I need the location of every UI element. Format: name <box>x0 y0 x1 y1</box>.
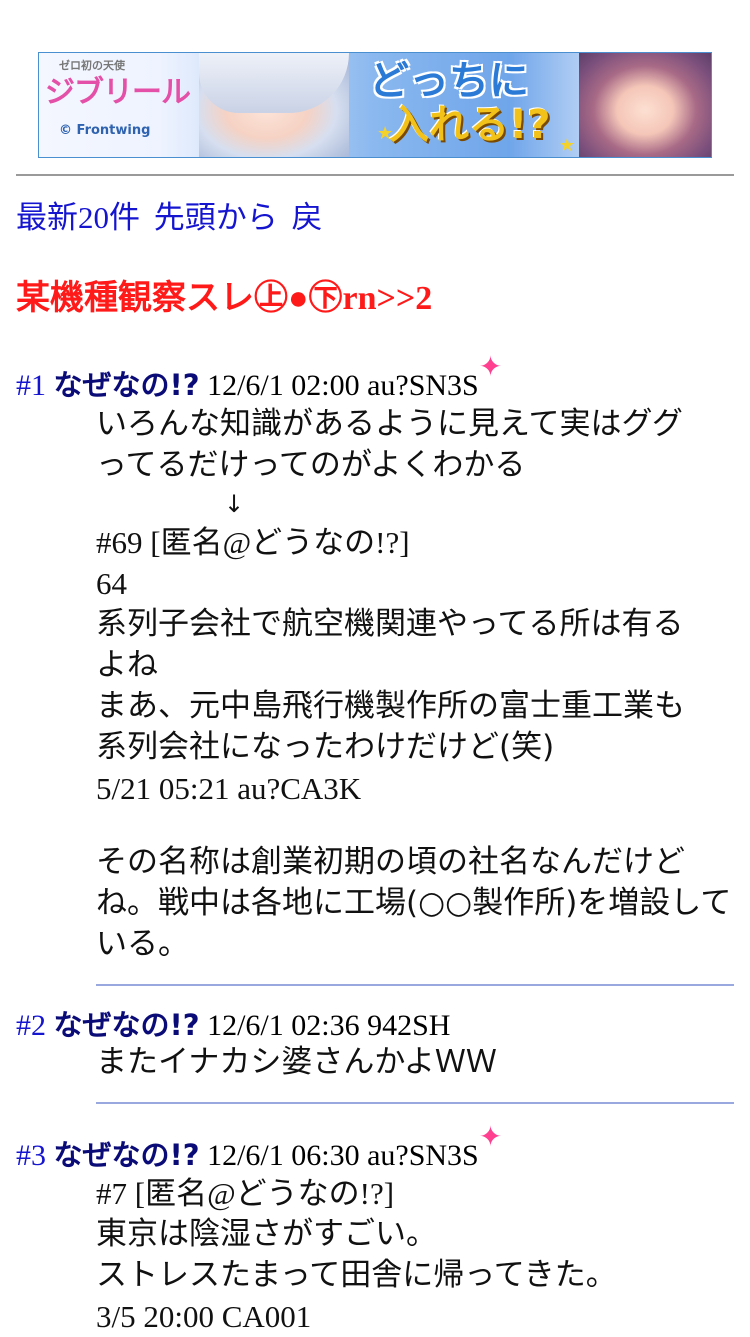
latest-20-link[interactable]: 最新20件 <box>16 200 140 235</box>
post-line: 系列子会社で航空機関連やってる所は有る <box>96 606 684 642</box>
post-line: 東京は陰湿さがすごい。 <box>96 1216 437 1252</box>
post-header: #2 なぜなの!? 12/6/1 02:36 942SH <box>16 1002 450 1044</box>
post-separator <box>96 984 734 986</box>
post-meta: 12/6/1 06:30 au?SN3S <box>207 1139 479 1172</box>
back-link[interactable]: 戻 <box>292 200 323 235</box>
post-line: その名称は創業初期の頃の社名なんだけど <box>96 844 685 880</box>
post-header: #1 なぜなの!? 12/6/1 02:00 au?SN3S✦ <box>16 350 502 404</box>
banner-brand: © Frontwing <box>59 123 151 138</box>
quote-header: #69 [匿名@どうなの!?] <box>96 525 410 560</box>
from-top-link[interactable]: 先頭から <box>154 200 278 235</box>
post-line: ね。戦中は各地に工場(○○製作所)を増設して <box>96 885 732 921</box>
banner-character-image-1 <box>199 53 349 157</box>
banner-character-image-2 <box>579 53 711 157</box>
thread-title: 某機種観察スレ㊤●㊦rn>>2 <box>16 280 433 317</box>
down-arrow-icon: ↓ <box>224 490 245 518</box>
post-line: 系列会社になったわけだけど(笑) <box>96 729 555 765</box>
post-line: まあ、元中島飛行機製作所の富士重工業も <box>96 688 685 724</box>
banner-logo-small: ゼロ初の天使 <box>59 59 125 72</box>
post-line: ストレスたまって田舎に帰ってきた。 <box>96 1257 617 1293</box>
post-line: またイナカシ婆さんかよＷＷ <box>96 1044 497 1080</box>
post-body: いろんな知識があるように見えて実はググ ってるだけってのがよくわかる ↓ #69… <box>96 404 736 965</box>
star-icon: ★ <box>559 135 576 156</box>
banner-catch-line1: どっちに <box>369 58 529 104</box>
sparkle-icon: ✦ <box>478 1120 503 1153</box>
post-number[interactable]: #1 <box>16 369 46 402</box>
poster-name: なぜなの!? <box>53 1008 200 1042</box>
top-divider <box>16 174 734 176</box>
post-line: いろんな知識があるように見えて実はググ <box>96 406 683 442</box>
post-number[interactable]: #2 <box>16 1009 46 1042</box>
banner-ad[interactable]: ゼロ初の天使 ジブリール © Frontwing どっちに 入れる!? ★ ★ <box>38 52 712 158</box>
nav-bar: 最新20件 先頭から 戻 <box>16 192 329 237</box>
poster-name: なぜなの!? <box>53 368 200 402</box>
post-meta: 12/6/1 02:00 au?SN3S <box>207 369 479 402</box>
quote-timestamp: 5/21 05:21 au?CA3K <box>96 771 362 806</box>
star-icon: ★ <box>377 123 394 144</box>
quote-timestamp: 3/5 20:00 CA001 <box>96 1299 312 1334</box>
post-body: #7 [匿名@どうなの!?] 東京は陰湿さがすごい。 ストレスたまって田舎に帰っ… <box>96 1173 736 1337</box>
quote-header: #7 [匿名@どうなの!?] <box>96 1176 395 1211</box>
post-line: ってるだけってのがよくわかる <box>96 447 526 483</box>
post-separator <box>96 1102 734 1104</box>
banner-logo: ゼロ初の天使 ジブリール <box>45 59 191 110</box>
poster-name: なぜなの!? <box>53 1138 200 1172</box>
banner-catch-line2: 入れる!? <box>389 102 551 148</box>
banner-catchphrase: どっちに 入れる!? <box>369 59 550 147</box>
sparkle-icon: ✦ <box>478 350 503 383</box>
post-header: #3 なぜなの!? 12/6/1 06:30 au?SN3S✦ <box>16 1120 502 1174</box>
post-body: またイナカシ婆さんかよＷＷ <box>96 1042 736 1083</box>
post-line: 64 <box>96 566 127 601</box>
post-line: よね <box>96 647 158 683</box>
post-number[interactable]: #3 <box>16 1139 46 1172</box>
post-line: いる。 <box>96 926 189 962</box>
post-meta: 12/6/1 02:36 942SH <box>207 1009 451 1042</box>
